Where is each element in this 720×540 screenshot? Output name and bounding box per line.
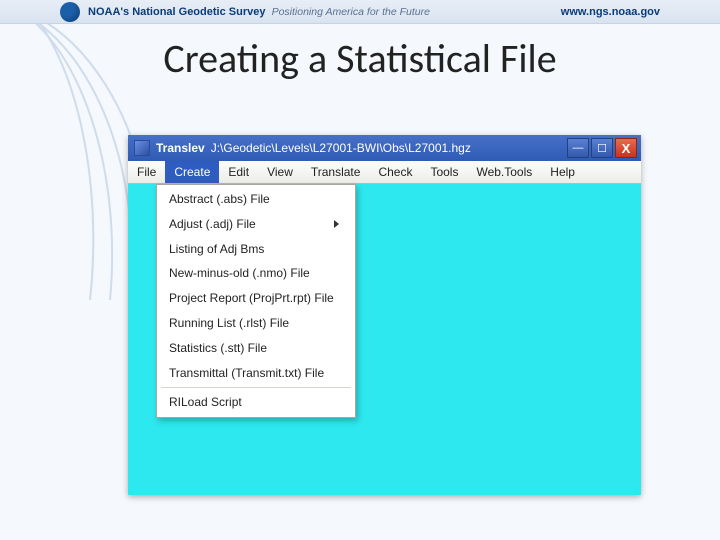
menu-edit[interactable]: Edit [219,161,258,183]
menu-file[interactable]: File [128,161,165,183]
noaa-url: www.ngs.noaa.gov [561,6,660,18]
noaa-header: NOAA's National Geodetic Survey Position… [0,0,720,24]
noaa-brand: NOAA's National Geodetic Survey Position… [88,6,430,18]
create-menu-item[interactable]: Abstract (.abs) File [157,187,355,212]
menu-item-label: Project Report (ProjPrt.rpt) File [169,290,334,307]
client-area: Abstract (.abs) File Adjust (.adj) File Li… [128,184,641,495]
menu-help[interactable]: Help [541,161,584,183]
file-path: J:\Geodetic\Levels\L27001-BWI\Obs\L27001… [211,141,563,155]
app-icon [134,140,150,156]
menu-item-label: Statistics (.stt) File [169,340,267,357]
slide-title: Creating a Statistical File [0,34,720,83]
menu-item-label: Adjust (.adj) File [169,216,256,233]
menu-web-tools[interactable]: Web.Tools [467,161,541,183]
create-menu-item[interactable]: Running List (.rlst) File [157,311,355,336]
create-menu-item[interactable]: Listing of Adj Bms [157,237,355,262]
menu-item-label: RILoad Script [169,394,242,411]
brand-tagline: Positioning America for the Future [272,6,430,18]
window-controls: ― ☐ X [567,138,637,158]
create-menu-item[interactable]: Statistics (.stt) File [157,336,355,361]
maximize-button[interactable]: ☐ [591,138,613,158]
brand-main: National Geodetic Survey [132,6,265,18]
menu-separator [161,387,351,388]
menu-create[interactable]: Create [165,161,219,183]
menu-view[interactable]: View [258,161,302,183]
noaa-logo-icon [60,2,80,22]
menu-item-label: Transmittal (Transmit.txt) File [169,365,324,382]
menu-item-label: Running List (.rlst) File [169,315,289,332]
minimize-button[interactable]: ― [567,138,589,158]
menu-tools[interactable]: Tools [421,161,467,183]
create-menu-item[interactable]: New-minus-old (.nmo) File [157,261,355,286]
menubar: FileCreateEditViewTranslateCheckToolsWeb… [128,161,641,184]
app-name: Translev [156,141,205,155]
create-menu-item[interactable]: Transmittal (Transmit.txt) File [157,361,355,386]
menu-check[interactable]: Check [369,161,421,183]
submenu-arrow-icon [334,220,339,228]
menu-item-label: New-minus-old (.nmo) File [169,265,310,282]
translev-window: Translev J:\Geodetic\Levels\L27001-BWI\O… [128,135,641,495]
create-menu-item[interactable]: Project Report (ProjPrt.rpt) File [157,286,355,311]
create-menu-dropdown: Abstract (.abs) File Adjust (.adj) File Li… [156,184,356,418]
brand-prefix: NOAA's [88,6,129,18]
menu-translate[interactable]: Translate [302,161,370,183]
menu-item-label: Abstract (.abs) File [169,191,270,208]
titlebar[interactable]: Translev J:\Geodetic\Levels\L27001-BWI\O… [128,135,641,161]
create-menu-item[interactable]: Adjust (.adj) File [157,212,355,237]
menu-item-label: Listing of Adj Bms [169,241,264,258]
create-menu-item[interactable]: RILoad Script [157,390,355,415]
close-button[interactable]: X [615,138,637,158]
